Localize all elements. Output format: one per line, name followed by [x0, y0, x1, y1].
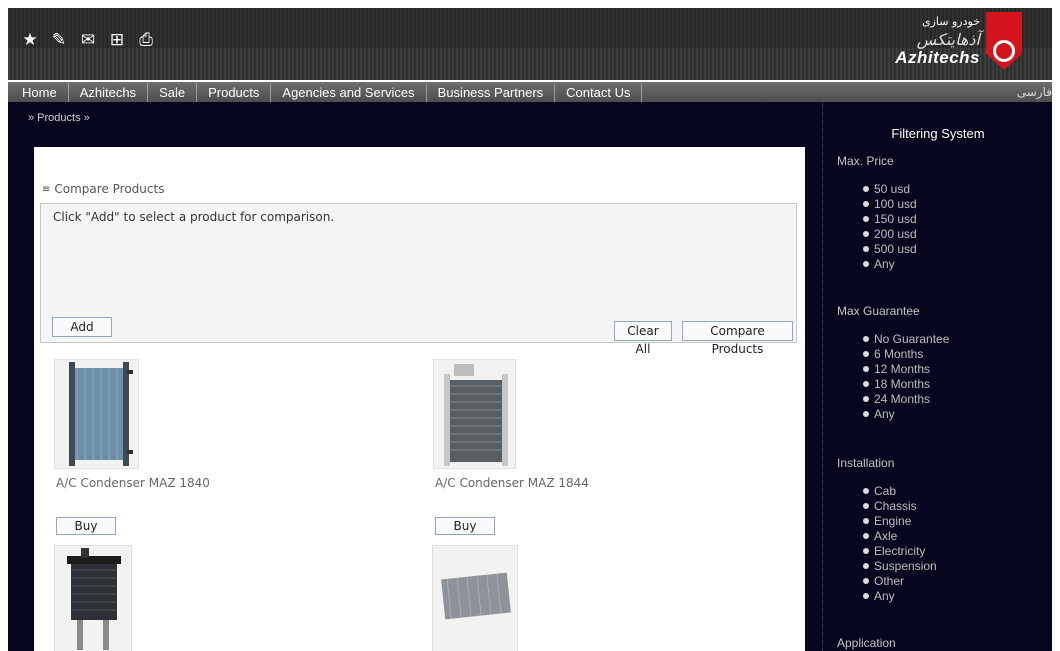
filter-option[interactable]: Any — [863, 589, 937, 604]
bullet-icon — [863, 488, 869, 494]
bullet-icon — [863, 261, 869, 267]
add-button[interactable]: Add — [52, 317, 112, 337]
clear-all-button[interactable]: Clear All — [614, 321, 672, 356]
edit-icon[interactable]: ✎ — [49, 30, 69, 50]
condenser-image-icon — [441, 572, 511, 620]
nav-home[interactable]: Home — [16, 83, 69, 102]
bullet-icon — [863, 533, 869, 539]
condenser-image-icon — [444, 364, 508, 466]
bullet-icon — [863, 396, 869, 402]
filter-option[interactable]: Other — [863, 574, 937, 589]
compare-products-button[interactable]: Compare Products — [682, 321, 793, 356]
filter-option[interactable]: 50 usd — [863, 182, 917, 197]
site: ★ ✎ ✉ ⊞ ⎙ خودرو سازی آذهایتکس Azhitechs … — [8, 8, 1052, 651]
bullet-icon — [863, 593, 869, 599]
compare-heading[interactable]: ≡ Compare Products — [42, 182, 164, 196]
filter-option[interactable]: 12 Months — [863, 362, 949, 377]
condenser-image-icon — [69, 362, 133, 466]
filter-heading: Max. Price — [837, 154, 894, 168]
main-content: ≡ Compare Products Click "Add" to select… — [34, 147, 805, 651]
bullet-icon — [863, 548, 869, 554]
filter-group-application: Application — [837, 636, 896, 650]
bullet-icon — [863, 186, 869, 192]
product-image[interactable] — [433, 359, 516, 469]
logo-persian-top: خودرو سازی — [922, 15, 980, 28]
nav-sale[interactable]: Sale — [148, 83, 198, 102]
bullet-icon — [863, 578, 869, 584]
filter-option[interactable]: Engine — [863, 514, 937, 529]
nav-agencies-services[interactable]: Agencies and Services — [271, 83, 427, 102]
filter-option[interactable]: Axle — [863, 529, 937, 544]
filter-option[interactable]: Cab — [863, 484, 937, 499]
filter-option[interactable]: 150 usd — [863, 212, 917, 227]
filter-option[interactable]: 24 Months — [863, 392, 949, 407]
filter-option[interactable]: 18 Months — [863, 377, 949, 392]
compare-panel: Click "Add" to select a product for comp… — [40, 203, 797, 356]
header: ★ ✎ ✉ ⊞ ⎙ خودرو سازی آذهایتکس Azhitechs — [8, 8, 1052, 80]
compare-message: Click "Add" to select a product for comp… — [53, 210, 335, 224]
filter-group-price: Max. Price 50 usd 100 usd 150 usd 200 us… — [837, 154, 917, 271]
language-link[interactable]: فارسی — [1017, 83, 1052, 102]
nav-azhitechs[interactable]: Azhitechs — [69, 83, 149, 102]
logo-persian-brand: آذهایتکس — [916, 30, 980, 49]
bullet-icon — [863, 336, 869, 342]
product-name[interactable]: A/C Condenser MAZ 1844 — [435, 476, 589, 490]
bullet-icon — [863, 503, 869, 509]
product-name[interactable]: A/C Condenser MAZ 1840 — [56, 476, 210, 490]
buy-button[interactable]: Buy — [435, 517, 495, 535]
nav-products[interactable]: Products — [197, 83, 272, 102]
bullet-icon — [863, 366, 869, 372]
bullet-icon — [863, 246, 869, 252]
bullet-icon — [863, 411, 869, 417]
sidebar-title: Filtering System — [891, 126, 985, 141]
star-icon[interactable]: ★ — [20, 30, 40, 50]
bullet-icon — [863, 216, 869, 222]
bullet-icon — [863, 518, 869, 524]
compare-heading-label: Compare Products — [54, 182, 165, 196]
filter-option[interactable]: 500 usd — [863, 242, 917, 257]
sitemap-icon[interactable]: ⊞ — [107, 30, 127, 50]
filter-heading: Max Guarantee — [837, 304, 920, 318]
product-image[interactable] — [432, 545, 518, 651]
filter-option[interactable]: Any — [863, 257, 917, 272]
filter-group-installation: Installation Cab Chassis Engine Axle Ele… — [837, 456, 937, 603]
nav-business-partners[interactable]: Business Partners — [427, 83, 556, 102]
logo-mark-icon — [993, 40, 1015, 62]
filter-option[interactable]: 6 Months — [863, 347, 949, 362]
product-image[interactable] — [54, 359, 139, 469]
page-frame: ★ ✎ ✉ ⊞ ⎙ خودرو سازی آذهایتکس Azhitechs … — [0, 0, 1060, 651]
bullet-icon — [863, 381, 869, 387]
logo-english: Azhitechs — [895, 48, 980, 67]
product-image[interactable] — [54, 545, 132, 651]
bullet-icon — [863, 231, 869, 237]
print-icon[interactable]: ⎙ — [136, 30, 156, 50]
bullet-icon — [863, 351, 869, 357]
breadcrumb[interactable]: » Products » — [28, 112, 90, 124]
main-nav: Home Azhitechs Sale Products Agencies an… — [8, 80, 1052, 102]
filter-option[interactable]: Suspension — [863, 559, 937, 574]
filter-option[interactable]: Any — [863, 407, 949, 422]
tool-icons: ★ ✎ ✉ ⊞ ⎙ — [20, 30, 156, 50]
filter-heading: Installation — [837, 456, 895, 470]
collapse-icon[interactable]: ≡ — [42, 184, 50, 195]
buy-button[interactable]: Buy — [56, 517, 116, 535]
bullet-icon — [863, 563, 869, 569]
bullet-icon — [863, 201, 869, 207]
filter-option[interactable]: No Guarantee — [863, 332, 949, 347]
nav-contact-us[interactable]: Contact Us — [555, 83, 643, 102]
filter-heading: Application — [837, 636, 896, 650]
filter-option[interactable]: 200 usd — [863, 227, 917, 242]
logo[interactable]: خودرو سازی آذهایتکس Azhitechs — [884, 12, 1024, 70]
filter-group-guarantee: Max Guarantee No Guarantee 6 Months 12 M… — [837, 304, 949, 421]
condenser-image-icon — [67, 548, 121, 650]
mail-icon[interactable]: ✉ — [78, 30, 98, 50]
filter-option[interactable]: Electricity — [863, 544, 937, 559]
filter-option[interactable]: 100 usd — [863, 197, 917, 212]
filter-sidebar: Filtering System Max. Price 50 usd 100 u… — [822, 102, 1052, 651]
filter-option[interactable]: Chassis — [863, 499, 937, 514]
